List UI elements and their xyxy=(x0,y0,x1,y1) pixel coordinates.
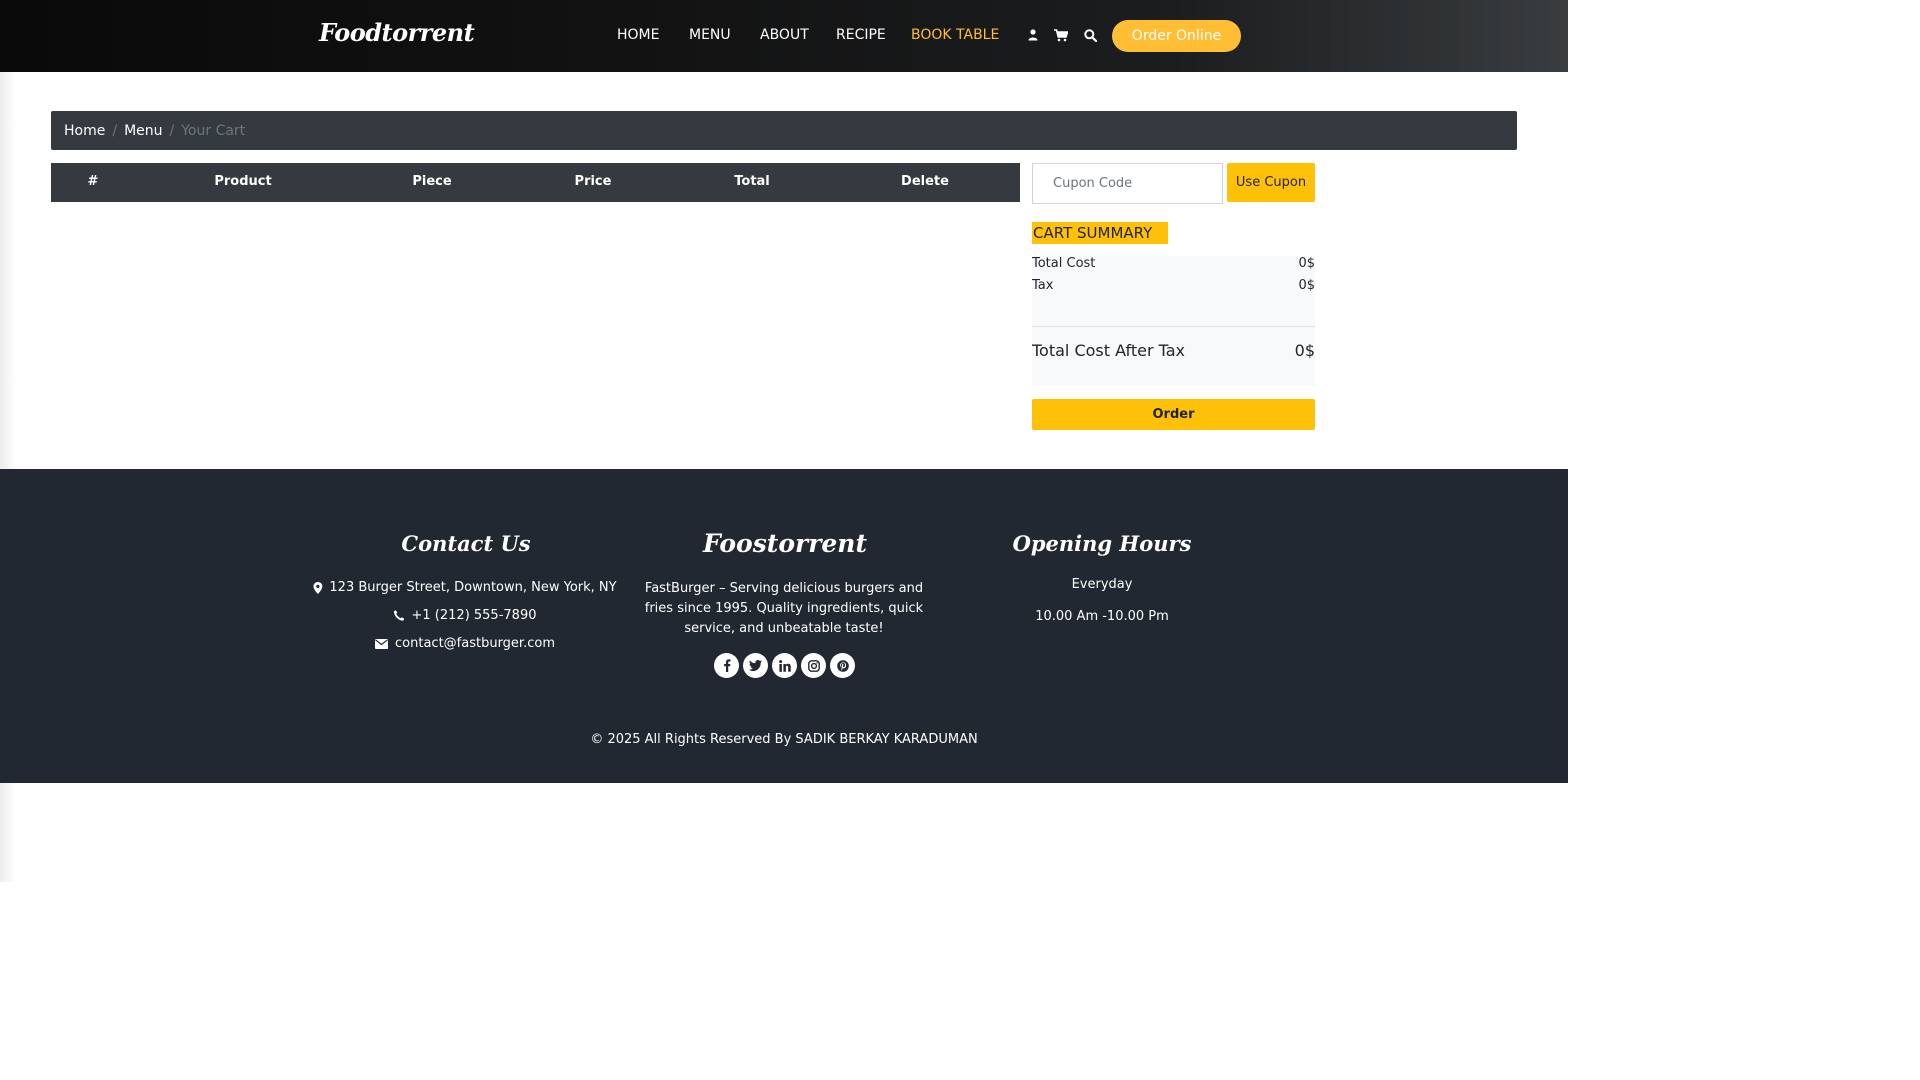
site-footer: Contact Us 123 Burger Street, Downtown, … xyxy=(0,469,1568,783)
nav-recipe[interactable]: RECIPE xyxy=(836,27,886,43)
social-links xyxy=(714,653,855,678)
envelope-icon xyxy=(375,638,389,649)
total-after-tax-label: Total Cost After Tax xyxy=(1032,341,1186,360)
column-delete: Delete xyxy=(901,174,949,189)
map-pin-icon xyxy=(313,581,323,594)
address-text: 123 Burger Street, Downtown, New York, N… xyxy=(329,580,617,595)
breadcrumb-home[interactable]: Home xyxy=(64,123,105,139)
cart-summary-box: Total Cost 0$ Tax 0$ Total Cost After Ta… xyxy=(1032,256,1315,386)
site-header: Foodtorrent HOME MENU ABOUT RECIPE BOOK … xyxy=(0,0,1568,72)
coupon-code-input[interactable] xyxy=(1032,163,1223,204)
nav-about[interactable]: ABOUT xyxy=(760,27,809,43)
breadcrumb-separator: / xyxy=(112,122,118,139)
column-total: Total xyxy=(734,174,770,189)
summary-divider xyxy=(1032,326,1315,327)
breadcrumb-current: Your Cart xyxy=(181,122,246,139)
opening-days: Everyday xyxy=(1071,577,1133,592)
phone-text[interactable]: +1 (212) 555-7890 xyxy=(412,608,537,623)
total-after-tax-value: 0$ xyxy=(1294,341,1315,360)
cart-icon[interactable] xyxy=(1053,27,1069,43)
opening-hours-heading: Opening Hours xyxy=(1012,531,1192,556)
linkedin-icon[interactable] xyxy=(772,653,797,678)
cart-summary-title: CART SUMMARY xyxy=(1032,222,1168,244)
phone-icon xyxy=(393,610,405,621)
footer-brand-heading: Foostorrent xyxy=(702,529,868,558)
user-icon[interactable] xyxy=(1025,27,1041,43)
use-coupon-button[interactable]: Use Cupon xyxy=(1227,163,1315,202)
column-piece: Piece xyxy=(412,174,452,189)
opening-time: 10.00 Am -10.00 Pm xyxy=(1035,609,1169,624)
search-icon[interactable] xyxy=(1082,27,1098,43)
breadcrumb-separator: / xyxy=(169,122,175,139)
email-text[interactable]: contact@fastburger.com xyxy=(395,636,555,651)
order-button[interactable]: Order xyxy=(1032,399,1315,430)
column-price: Price xyxy=(574,174,612,189)
facebook-icon[interactable] xyxy=(714,653,739,678)
contact-email: contact@fastburger.com xyxy=(375,636,555,651)
twitter-icon[interactable] xyxy=(743,653,768,678)
nav-home[interactable]: HOME xyxy=(617,27,659,43)
column-index: # xyxy=(87,174,99,189)
total-cost-label: Total Cost xyxy=(1032,256,1096,271)
contact-heading: Contact Us xyxy=(401,531,531,556)
cart-table-header: # Product Piece Price Total Delete xyxy=(51,163,1020,202)
breadcrumb: Home / Menu / Your Cart xyxy=(51,111,1517,150)
contact-phone: +1 (212) 555-7890 xyxy=(393,608,537,623)
brand-logo[interactable]: Foodtorrent xyxy=(319,18,475,47)
column-product: Product xyxy=(214,174,272,189)
total-cost-value: 0$ xyxy=(1298,256,1315,271)
nav-book-table[interactable]: BOOK TABLE xyxy=(911,27,999,43)
tax-label: Tax xyxy=(1032,278,1054,293)
contact-address: 123 Burger Street, Downtown, New York, N… xyxy=(313,580,617,595)
order-online-button[interactable]: Order Online xyxy=(1112,20,1241,52)
copyright-text: © 2025 All Rights Reserved By SADIK BERK… xyxy=(590,732,978,747)
breadcrumb-menu[interactable]: Menu xyxy=(124,123,162,139)
about-text: FastBurger – Serving delicious burgers a… xyxy=(644,581,924,636)
tax-value: 0$ xyxy=(1298,278,1315,293)
instagram-icon[interactable] xyxy=(801,653,826,678)
pinterest-icon[interactable] xyxy=(830,653,855,678)
nav-menu[interactable]: MENU xyxy=(689,27,731,43)
